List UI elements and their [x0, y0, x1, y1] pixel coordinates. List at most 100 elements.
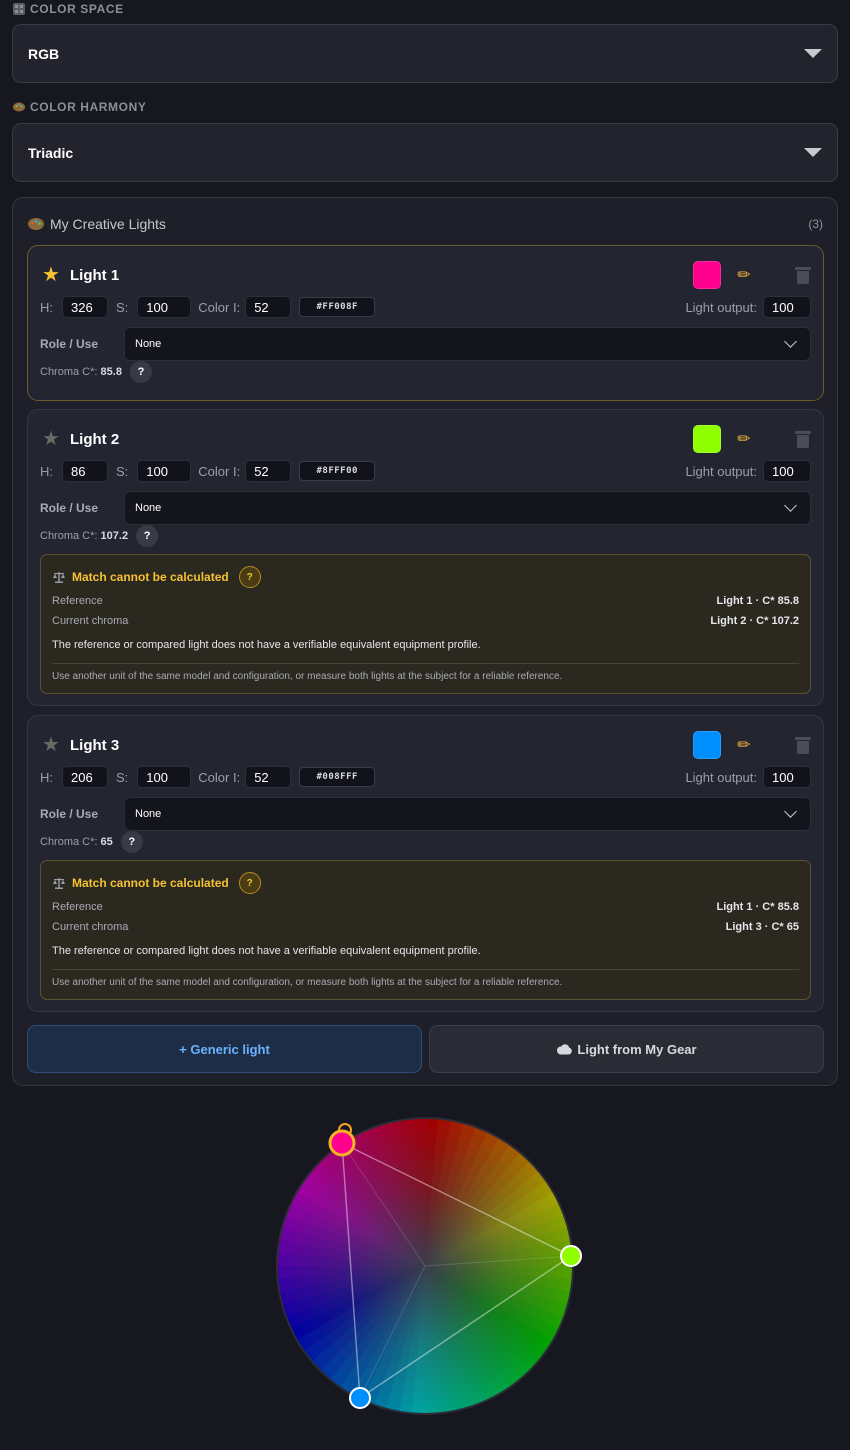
saturation-label: S: [116, 769, 129, 785]
chevron-down-icon [784, 499, 797, 512]
role-value: None [135, 502, 162, 514]
warning-note: Use another unit of the same model and c… [52, 671, 563, 682]
current-chroma-label: Current chroma [52, 615, 129, 627]
color-swatch[interactable] [693, 261, 721, 289]
light-output-label: Light output: [685, 769, 757, 785]
palette-icon [28, 218, 44, 230]
help-button[interactable]: ? [120, 831, 143, 853]
light-2-marker[interactable] [560, 1245, 582, 1267]
star-icon[interactable]: ★ [40, 265, 62, 285]
chroma-label: Chroma C*: 107.2 [40, 530, 129, 542]
chroma-value: 85.8 [100, 366, 122, 378]
saturation-input[interactable]: 100 [137, 460, 192, 482]
chevron-down-icon [804, 49, 822, 58]
help-button[interactable]: ? [238, 566, 261, 588]
saturation-input[interactable]: 100 [137, 766, 192, 788]
pencil-icon[interactable]: ✏ [733, 429, 755, 449]
light-card-1[interactable]: ★ Light 1 ✏ H: 326 S: 100 Color I: 52 #F… [27, 245, 824, 401]
hue-input[interactable]: 206 [62, 766, 108, 788]
grid-icon [13, 3, 25, 15]
warning-title: Match cannot be calculated [72, 876, 229, 890]
scale-icon [53, 878, 65, 889]
star-icon[interactable]: ★ [40, 429, 62, 449]
saturation-input[interactable]: 100 [137, 296, 192, 318]
warning-note: Use another unit of the same model and c… [52, 977, 563, 988]
color-space-label: COLOR SPACE [13, 2, 124, 16]
light-card-2[interactable]: ★ Light 2 ✏ H: 86 S: 100 Color I: 52 #8F… [27, 409, 824, 706]
color-intensity-input[interactable]: 52 [245, 766, 292, 788]
current-chroma-label: Current chroma [52, 921, 129, 933]
panel-header: My Creative Lights (3) [28, 214, 823, 234]
lights-count: (3) [808, 217, 823, 231]
light-output-input[interactable]: 100 [763, 766, 811, 788]
role-label: Role / Use [40, 501, 99, 515]
pencil-icon[interactable]: ✏ [733, 265, 755, 285]
light-from-gear-label: Light from My Gear [577, 1041, 697, 1057]
help-button[interactable]: ? [238, 872, 261, 894]
role-select[interactable]: None [124, 797, 811, 831]
color-wheel-area [0, 1100, 850, 1450]
color-intensity-label: Color I: [198, 769, 241, 785]
divider [52, 663, 799, 664]
color-space-select[interactable]: RGB [12, 24, 838, 83]
role-select[interactable]: None [124, 327, 811, 361]
match-warning: Match cannot be calculated ? Reference L… [40, 860, 811, 1000]
panel-title: My Creative Lights [28, 216, 808, 232]
color-swatch[interactable] [693, 425, 721, 453]
match-warning: Match cannot be calculated ? Reference L… [40, 554, 811, 694]
reference-label: Reference [52, 901, 103, 913]
role-label: Role / Use [40, 807, 99, 821]
hex-input[interactable]: #8FFF00 [299, 461, 376, 481]
saturation-label: S: [116, 299, 129, 315]
chevron-down-icon [784, 805, 797, 818]
chroma-value: 65 [100, 836, 113, 848]
trash-icon[interactable] [795, 430, 811, 448]
current-chroma-value: Light 2 · C* 107.2 [710, 615, 799, 627]
color-intensity-input[interactable]: 52 [245, 296, 292, 318]
color-harmony-value: Triadic [28, 144, 74, 161]
light-from-gear-button[interactable]: Light from My Gear [429, 1025, 824, 1073]
chroma-label: Chroma C*: 65 [40, 836, 113, 848]
chroma-label: Chroma C*: 85.8 [40, 366, 122, 378]
chevron-down-icon [784, 335, 797, 348]
help-button[interactable]: ? [129, 361, 152, 383]
color-intensity-input[interactable]: 52 [245, 460, 292, 482]
role-select[interactable]: None [124, 491, 811, 525]
chevron-down-icon [804, 148, 822, 157]
light-name: Light 3 [70, 736, 120, 754]
role-value: None [135, 338, 162, 350]
color-swatch[interactable] [693, 731, 721, 759]
light-1-marker[interactable] [328, 1129, 356, 1157]
trash-icon[interactable] [795, 736, 811, 754]
color-harmony-select[interactable]: Triadic [12, 123, 838, 182]
cloud-icon [557, 1043, 573, 1054]
light-output-input[interactable]: 100 [763, 296, 811, 318]
saturation-label: S: [116, 463, 129, 479]
pencil-icon[interactable]: ✏ [733, 735, 755, 755]
color-wheel[interactable] [0, 1100, 850, 1450]
hex-input[interactable]: #FF008F [299, 297, 376, 317]
role-label: Role / Use [40, 337, 99, 351]
star-icon[interactable]: ★ [40, 735, 62, 755]
chroma-value: 107.2 [100, 530, 129, 542]
warning-message: The reference or compared light does not… [52, 945, 481, 957]
light-output-label: Light output: [685, 463, 757, 479]
hue-label: H: [40, 463, 53, 479]
light-3-marker[interactable] [349, 1387, 371, 1409]
reference-label: Reference [52, 595, 103, 607]
light-output-input[interactable]: 100 [763, 460, 811, 482]
hex-input[interactable]: #008FFF [299, 767, 376, 787]
light-name: Light 1 [70, 266, 120, 284]
help-button[interactable]: ? [136, 525, 159, 547]
light-output-label: Light output: [685, 299, 757, 315]
panel-title-text: My Creative Lights [50, 216, 166, 232]
hue-input[interactable]: 86 [62, 460, 108, 482]
light-card-3[interactable]: ★ Light 3 ✏ H: 206 S: 100 Color I: 52 #0… [27, 715, 824, 1012]
color-harmony-label: COLOR HARMONY [13, 100, 146, 114]
trash-icon[interactable] [795, 266, 811, 284]
add-generic-light-button[interactable]: + Generic light [27, 1025, 422, 1073]
color-space-label-text: COLOR SPACE [30, 2, 124, 16]
role-value: None [135, 808, 162, 820]
hue-input[interactable]: 326 [62, 296, 108, 318]
current-chroma-value: Light 3 · C* 65 [725, 921, 799, 933]
